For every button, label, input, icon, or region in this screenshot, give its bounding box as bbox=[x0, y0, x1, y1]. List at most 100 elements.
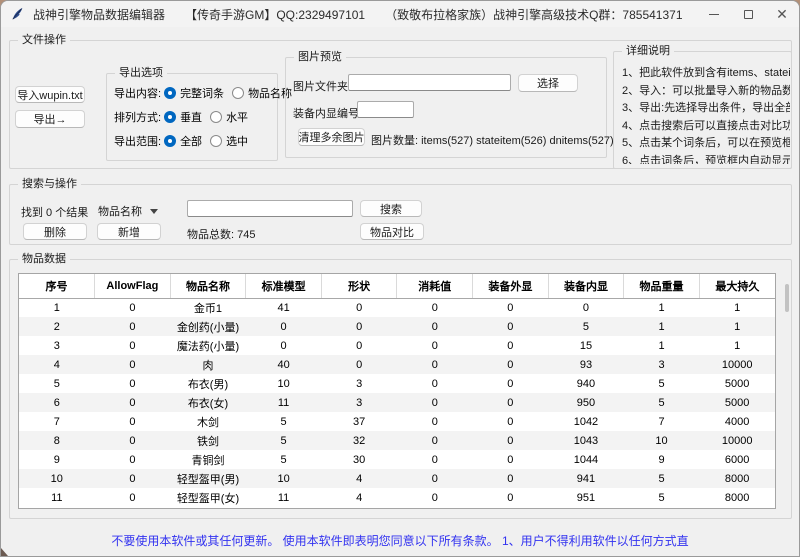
select-folder-button[interactable]: 选择 bbox=[518, 74, 578, 92]
radio-icon[interactable] bbox=[164, 87, 176, 99]
column-header[interactable]: 物品名称 bbox=[170, 274, 246, 298]
table-cell[interactable]: 950 bbox=[548, 393, 624, 412]
table-cell[interactable]: 0 bbox=[246, 317, 322, 336]
column-header[interactable]: 标准模型 bbox=[246, 274, 322, 298]
table-cell[interactable]: 5 bbox=[548, 317, 624, 336]
table-cell[interactable]: 0 bbox=[397, 298, 473, 317]
table-cell[interactable]: 32 bbox=[321, 431, 397, 450]
column-header[interactable]: 最大持久 bbox=[699, 274, 775, 298]
table-cell[interactable]: 4000 bbox=[699, 412, 775, 431]
table-cell[interactable]: 0 bbox=[397, 355, 473, 374]
close-button[interactable]: ✕ bbox=[765, 1, 799, 27]
table-cell[interactable]: 0 bbox=[95, 412, 171, 431]
table-scrollbar-thumb[interactable] bbox=[785, 284, 789, 312]
export-button[interactable]: 导出→ bbox=[15, 110, 85, 128]
table-cell[interactable]: 0 bbox=[473, 298, 549, 317]
table-cell[interactable]: 5 bbox=[246, 431, 322, 450]
table-cell[interactable]: 铁剑 bbox=[170, 431, 246, 450]
delete-button[interactable]: 删除 bbox=[23, 223, 87, 240]
image-folder-input[interactable] bbox=[348, 74, 511, 91]
table-cell[interactable]: 0 bbox=[473, 412, 549, 431]
table-cell[interactable]: 0 bbox=[473, 431, 549, 450]
equip-number-input[interactable] bbox=[357, 101, 414, 118]
table-cell[interactable]: 940 bbox=[548, 374, 624, 393]
table-cell[interactable]: 0 bbox=[321, 355, 397, 374]
table-cell[interactable]: 10 bbox=[246, 374, 322, 393]
table-cell[interactable]: 6 bbox=[19, 393, 95, 412]
table-cell[interactable]: 30 bbox=[321, 450, 397, 469]
table-cell[interactable]: 0 bbox=[95, 488, 171, 507]
table-cell[interactable]: 0 bbox=[321, 336, 397, 355]
radio-option[interactable]: 选中 bbox=[210, 133, 248, 149]
table-cell[interactable]: 9 bbox=[19, 450, 95, 469]
add-button[interactable]: 新增 bbox=[97, 223, 161, 240]
table-cell[interactable]: 951 bbox=[548, 488, 624, 507]
table-row[interactable]: 60布衣(女)1130095055000 bbox=[19, 393, 775, 412]
table-cell[interactable]: 肉 bbox=[170, 355, 246, 374]
maximize-button[interactable] bbox=[731, 1, 765, 27]
table-cell[interactable]: 0 bbox=[397, 412, 473, 431]
table-row[interactable]: 80铁剑5320010431010000 bbox=[19, 431, 775, 450]
table-cell[interactable]: 93 bbox=[548, 355, 624, 374]
table-cell[interactable]: 5 bbox=[624, 488, 700, 507]
table-cell[interactable]: 4 bbox=[321, 469, 397, 488]
radio-option[interactable]: 完整词条 bbox=[164, 85, 224, 101]
table-cell[interactable]: 5 bbox=[246, 450, 322, 469]
table-cell[interactable]: 11 bbox=[246, 488, 322, 507]
radio-option[interactable]: 全部 bbox=[164, 133, 202, 149]
search-button[interactable]: 搜索 bbox=[360, 200, 422, 217]
table-cell[interactable]: 10 bbox=[624, 431, 700, 450]
table-cell[interactable]: 布衣(女) bbox=[170, 393, 246, 412]
table-cell[interactable]: 0 bbox=[473, 355, 549, 374]
column-header[interactable]: 消耗值 bbox=[397, 274, 473, 298]
table-cell[interactable]: 6000 bbox=[699, 450, 775, 469]
table-cell[interactable]: 8000 bbox=[699, 469, 775, 488]
table-cell[interactable]: 5 bbox=[624, 374, 700, 393]
table-cell[interactable]: 金币1 bbox=[170, 298, 246, 317]
compare-items-button[interactable]: 物品对比 bbox=[360, 223, 424, 240]
table-cell[interactable]: 5000 bbox=[699, 374, 775, 393]
radio-option[interactable]: 水平 bbox=[210, 109, 248, 125]
table-cell[interactable]: 布衣(男) bbox=[170, 374, 246, 393]
import-wupin-button[interactable]: 导入wupin.txt bbox=[15, 86, 85, 103]
table-cell[interactable]: 0 bbox=[397, 450, 473, 469]
table-cell[interactable]: 0 bbox=[397, 374, 473, 393]
table-cell[interactable]: 1 bbox=[699, 317, 775, 336]
table-cell[interactable]: 0 bbox=[548, 298, 624, 317]
radio-option[interactable]: 垂直 bbox=[164, 109, 202, 125]
column-header[interactable]: 形状 bbox=[321, 274, 397, 298]
table-cell[interactable]: 5000 bbox=[699, 393, 775, 412]
table-cell[interactable]: 0 bbox=[473, 488, 549, 507]
table-row[interactable]: 20金创药(小量)0000511 bbox=[19, 317, 775, 336]
table-cell[interactable]: 10 bbox=[246, 469, 322, 488]
radio-icon[interactable] bbox=[164, 111, 176, 123]
table-cell[interactable]: 0 bbox=[473, 317, 549, 336]
table-cell[interactable]: 0 bbox=[397, 488, 473, 507]
table-cell[interactable]: 1 bbox=[624, 298, 700, 317]
table-cell[interactable]: 5 bbox=[624, 393, 700, 412]
radio-icon[interactable] bbox=[232, 87, 244, 99]
table-cell[interactable]: 37 bbox=[321, 412, 397, 431]
table-cell[interactable]: 9 bbox=[624, 450, 700, 469]
table-cell[interactable]: 魔法药(小量) bbox=[170, 336, 246, 355]
table-cell[interactable]: 0 bbox=[95, 355, 171, 374]
table-cell[interactable]: 1 bbox=[19, 298, 95, 317]
table-cell[interactable]: 0 bbox=[95, 469, 171, 488]
table-row[interactable]: 10金币141000011 bbox=[19, 298, 775, 317]
table-cell[interactable]: 41 bbox=[246, 298, 322, 317]
table-row[interactable]: 90青铜剑53000104496000 bbox=[19, 450, 775, 469]
search-input[interactable] bbox=[187, 200, 353, 217]
table-cell[interactable]: 0 bbox=[473, 469, 549, 488]
table-row[interactable]: 40肉4000093310000 bbox=[19, 355, 775, 374]
table-row[interactable]: 110轻型盔甲(女)1140095158000 bbox=[19, 488, 775, 507]
table-cell[interactable]: 1042 bbox=[548, 412, 624, 431]
minimize-button[interactable] bbox=[697, 1, 731, 27]
table-row[interactable]: 30魔法药(小量)00001511 bbox=[19, 336, 775, 355]
column-header[interactable]: 序号 bbox=[19, 274, 95, 298]
table-cell[interactable]: 轻型盔甲(男) bbox=[170, 469, 246, 488]
radio-icon[interactable] bbox=[164, 135, 176, 147]
table-row[interactable]: 100轻型盔甲(男)1040094158000 bbox=[19, 469, 775, 488]
table-cell[interactable]: 0 bbox=[321, 317, 397, 336]
table-cell[interactable]: 0 bbox=[95, 393, 171, 412]
table-cell[interactable]: 0 bbox=[397, 469, 473, 488]
